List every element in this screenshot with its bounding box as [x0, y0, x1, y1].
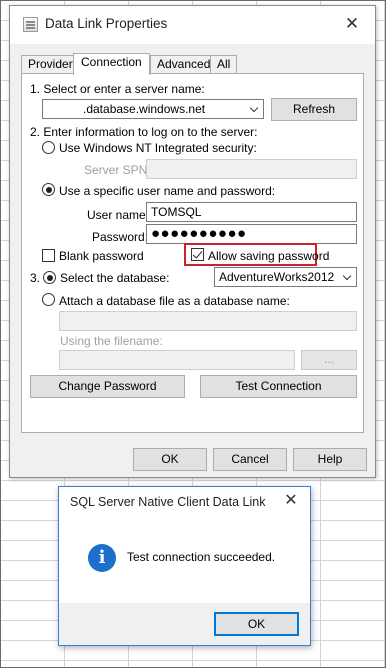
dialog-title: Data Link Properties [45, 16, 168, 31]
password-label: Password: [92, 230, 149, 244]
information-icon: i [88, 544, 116, 572]
specific-user-radio[interactable] [42, 183, 55, 196]
tab-provider[interactable]: Provider [21, 55, 80, 74]
attach-database-radio[interactable] [42, 293, 55, 306]
tab-all[interactable]: All [210, 55, 238, 74]
select-database-radio[interactable] [43, 271, 56, 284]
test-connection-message-box: SQL Server Native Client Data Link ✕ i T… [58, 486, 311, 646]
data-link-properties-dialog: Data Link Properties ✕ Provider Connecti… [9, 5, 376, 478]
server-name-value: .database.windows.net [83, 102, 206, 116]
chevron-down-icon[interactable] [249, 103, 259, 113]
step2-label: 2. Enter information to log on to the se… [30, 125, 258, 139]
help-button[interactable]: Help [293, 448, 367, 471]
user-name-label: User name: [87, 208, 150, 222]
browse-button[interactable]: ... [301, 350, 357, 370]
chevron-down-icon[interactable] [342, 271, 352, 281]
message-text: Test connection succeeded. [127, 550, 276, 564]
filename-field[interactable] [59, 350, 295, 370]
data-link-app-icon [23, 17, 38, 32]
dialog-titlebar[interactable]: Data Link Properties ✕ [10, 6, 375, 44]
windows-nt-radio[interactable] [42, 141, 55, 154]
message-ok-button[interactable]: OK [214, 612, 299, 636]
password-field[interactable]: ●●●●●●●●●● [146, 224, 357, 244]
close-icon[interactable]: ✕ [280, 490, 302, 512]
server-name-combo[interactable]: .database.windows.net [42, 99, 264, 119]
cancel-button[interactable]: Cancel [213, 448, 287, 471]
select-database-label[interactable]: Select the database: [60, 271, 169, 285]
close-icon[interactable]: ✕ [339, 12, 365, 36]
message-title: SQL Server Native Client Data Link [70, 495, 266, 509]
message-footer: OK [59, 603, 310, 645]
server-spn-label: Server SPN: [84, 163, 151, 177]
password-value: ●●●●●●●●●● [151, 225, 247, 242]
change-password-button[interactable]: Change Password [30, 375, 185, 398]
tab-connection[interactable]: Connection [73, 53, 150, 75]
ok-button[interactable]: OK [133, 448, 207, 471]
windows-nt-label[interactable]: Use Windows NT Integrated security: [59, 141, 257, 155]
server-spn-field[interactable] [146, 159, 357, 179]
tab-advanced[interactable]: Advanced [150, 55, 218, 74]
allow-saving-checkbox[interactable] [191, 248, 204, 261]
using-filename-label: Using the filename: [60, 334, 163, 348]
database-combo[interactable]: AdventureWorks2012 [214, 267, 357, 287]
attach-database-field[interactable] [59, 311, 357, 331]
test-connection-button[interactable]: Test Connection [200, 375, 357, 398]
step1-label: 1. Select or enter a server name: [30, 82, 205, 96]
blank-password-label[interactable]: Blank password [59, 249, 144, 263]
attach-database-label[interactable]: Attach a database file as a database nam… [59, 294, 290, 308]
allow-saving-label[interactable]: Allow saving password [208, 249, 329, 263]
user-name-field[interactable]: TOMSQL [146, 202, 357, 222]
refresh-button[interactable]: Refresh [271, 98, 357, 121]
user-name-value: TOMSQL [151, 205, 202, 219]
database-value: AdventureWorks2012 [219, 270, 335, 284]
blank-password-checkbox[interactable] [42, 249, 55, 262]
step3-number: 3. [30, 271, 41, 285]
connection-panel: 1. Select or enter a server name: .datab… [21, 73, 364, 433]
specific-user-label[interactable]: Use a specific user name and password: [59, 184, 275, 198]
